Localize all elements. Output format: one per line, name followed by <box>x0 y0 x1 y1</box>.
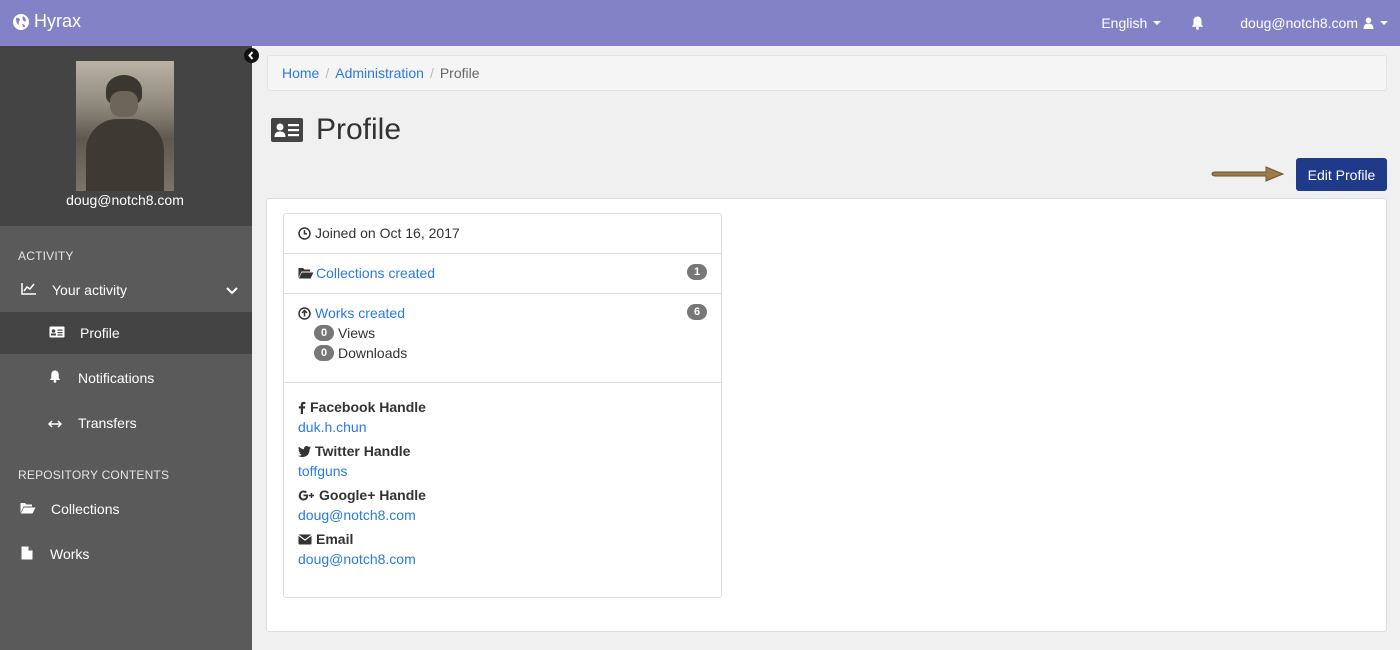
list-item-joined: Joined on Oct 16, 2017 <box>284 214 721 254</box>
page-title-text: Profile <box>316 113 402 146</box>
sidebar-item-label: Profile <box>80 325 120 341</box>
user-icon <box>1363 17 1374 29</box>
sidebar-item-notifications[interactable]: Notifications <box>0 357 252 399</box>
views-label: Views <box>338 325 376 341</box>
bell-icon <box>46 370 64 386</box>
chevron-down-icon <box>226 282 238 298</box>
downloads-label: Downloads <box>338 345 408 361</box>
sidebar-item-collections[interactable]: Collections <box>0 488 252 530</box>
email-link[interactable]: doug@notch8.com <box>298 549 426 573</box>
profile-card-icon <box>271 118 303 142</box>
facebook-handle-link[interactable]: duk.h.chun <box>298 417 426 441</box>
brand-name: Hyrax <box>34 11 82 31</box>
works-count-badge: 6 <box>687 304 707 320</box>
sidebar-item-label: Collections <box>51 501 120 517</box>
google-plus-icon <box>298 490 315 501</box>
avatar <box>76 61 174 191</box>
brand-link[interactable]: Hyrax <box>12 11 81 32</box>
sidebar-collapse-button[interactable] <box>244 48 259 63</box>
language-dropdown[interactable]: English <box>1101 15 1162 31</box>
caret-down-icon <box>1153 21 1162 25</box>
email-label: Email <box>298 529 426 549</box>
sidebar-item-label: Transfers <box>78 415 137 431</box>
sidebar-item-profile[interactable]: Profile <box>0 312 252 354</box>
social-handles: Facebook Handle duk.h.chun Twitter Handl… <box>298 397 426 573</box>
joined-text: Joined on Oct 16, 2017 <box>315 225 460 241</box>
breadcrumb-home[interactable]: Home <box>282 65 319 81</box>
user-menu-dropdown[interactable]: doug@notch8.com <box>1240 15 1388 31</box>
user-email: doug@notch8.com <box>1240 15 1358 31</box>
downloads-stat: 0 Downloads <box>314 345 407 361</box>
profile-list: Joined on Oct 16, 2017 Collections creat… <box>283 213 722 598</box>
envelope-icon <box>298 534 312 545</box>
views-stat: 0 Views <box>314 325 375 341</box>
sidebar-item-your-activity[interactable]: Your activity <box>0 269 252 311</box>
language-label: English <box>1101 15 1148 31</box>
sidebar-user-email: doug@notch8.com <box>66 192 184 208</box>
breadcrumb-administration[interactable]: Administration <box>335 65 424 81</box>
annotation-arrow-icon <box>1211 166 1285 182</box>
google-plus-handle-label: Google+ Handle <box>298 485 426 505</box>
facebook-icon <box>298 401 306 414</box>
views-count-badge: 0 <box>314 325 334 341</box>
profile-panel: Joined on Oct 16, 2017 Collections creat… <box>266 198 1387 632</box>
breadcrumb-separator: / <box>325 65 330 81</box>
breadcrumb: Home / Administration / Profile <box>267 55 1387 91</box>
profile-card-icon <box>48 325 66 341</box>
folder-open-icon <box>298 267 314 279</box>
globe-icon <box>13 13 29 30</box>
sidebar-item-transfers[interactable]: Transfers <box>0 402 252 444</box>
top-navbar: Hyrax English doug@notch8.com <box>0 0 1400 46</box>
collections-created-link[interactable]: Collections created <box>316 265 435 281</box>
chevron-left-icon <box>248 51 254 60</box>
caret-down-icon <box>1380 21 1388 25</box>
notifications-bell[interactable] <box>1191 16 1204 30</box>
sidebar-profile: doug@notch8.com <box>0 46 252 226</box>
works-created-link[interactable]: Works created <box>315 305 405 321</box>
facebook-handle-label: Facebook Handle <box>298 397 426 417</box>
collections-count-badge: 1 <box>687 264 707 280</box>
section-title-repository: REPOSITORY CONTENTS <box>18 468 170 482</box>
list-item-works: Works created 6 0 Views 0 Downloads <box>284 294 721 383</box>
file-icon <box>18 546 36 563</box>
breadcrumb-current: Profile <box>439 65 480 81</box>
sidebar-item-label: Works <box>50 546 90 562</box>
sidebar-item-label: Notifications <box>78 370 155 386</box>
bell-icon <box>1192 16 1204 30</box>
breadcrumb-separator: / <box>429 65 434 81</box>
transfer-arrows-icon <box>46 415 64 431</box>
twitter-handle-label: Twitter Handle <box>298 441 426 461</box>
sidebar-item-works[interactable]: Works <box>0 533 252 575</box>
line-chart-icon <box>20 282 38 298</box>
section-title-activity: ACTIVITY <box>18 249 74 263</box>
edit-profile-button[interactable]: Edit Profile <box>1296 158 1387 191</box>
page-title: Profile <box>270 113 401 147</box>
google-plus-handle-link[interactable]: doug@notch8.com <box>298 505 426 529</box>
twitter-handle-link[interactable]: toffguns <box>298 461 426 485</box>
sidebar: doug@notch8.com ACTIVITY Your activity P… <box>0 46 252 650</box>
list-item-collections: Collections created 1 <box>284 254 721 294</box>
clock-icon <box>298 226 311 240</box>
folder-open-icon <box>19 501 37 517</box>
upload-circle-icon <box>298 306 311 320</box>
downloads-count-badge: 0 <box>314 345 334 361</box>
sidebar-item-label: Your activity <box>52 282 127 298</box>
twitter-icon <box>298 445 311 457</box>
